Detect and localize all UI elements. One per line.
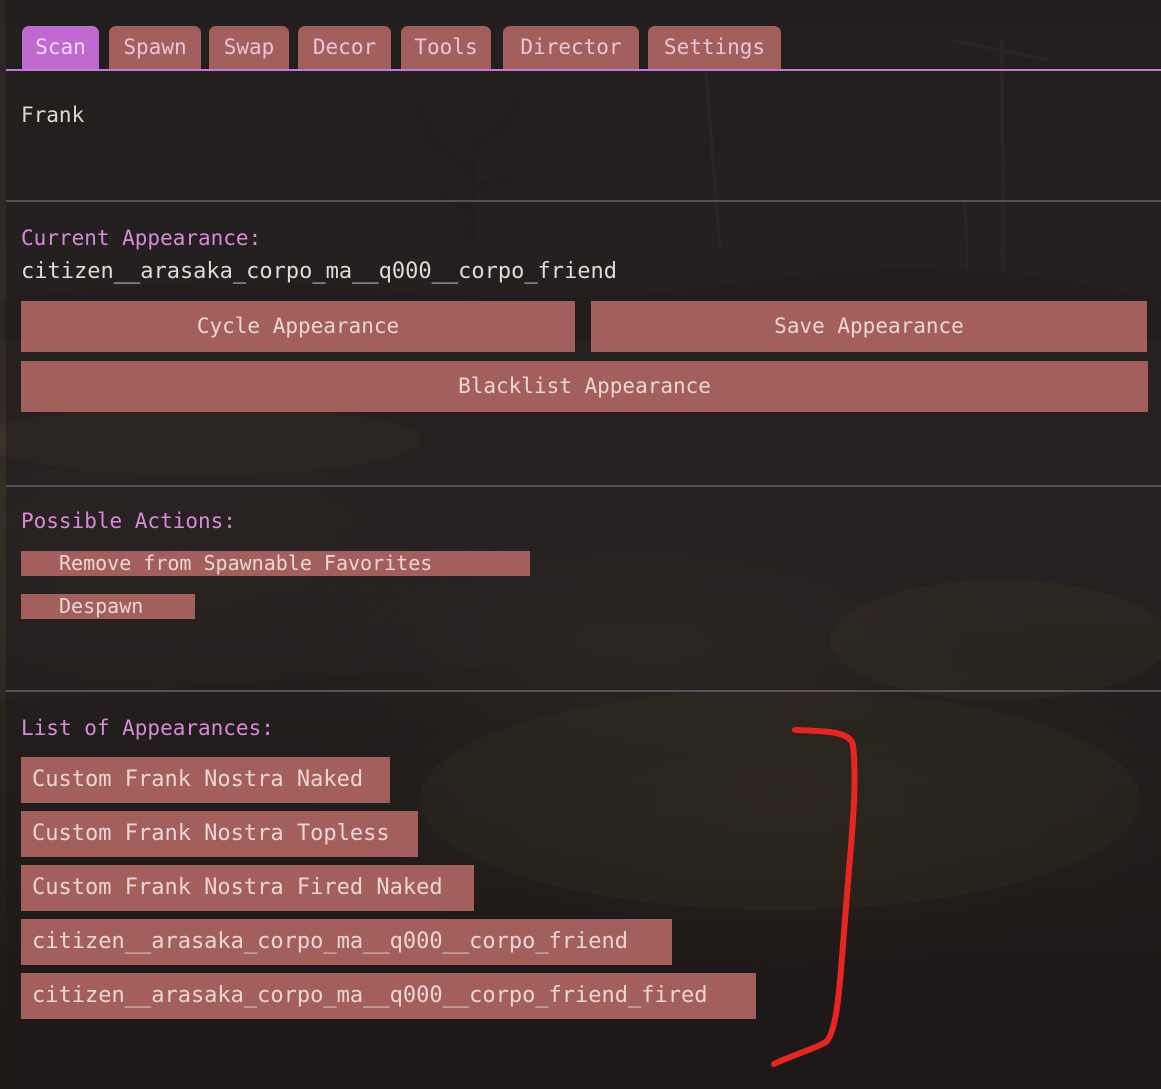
red-bracket-annotation xyxy=(771,727,858,1067)
